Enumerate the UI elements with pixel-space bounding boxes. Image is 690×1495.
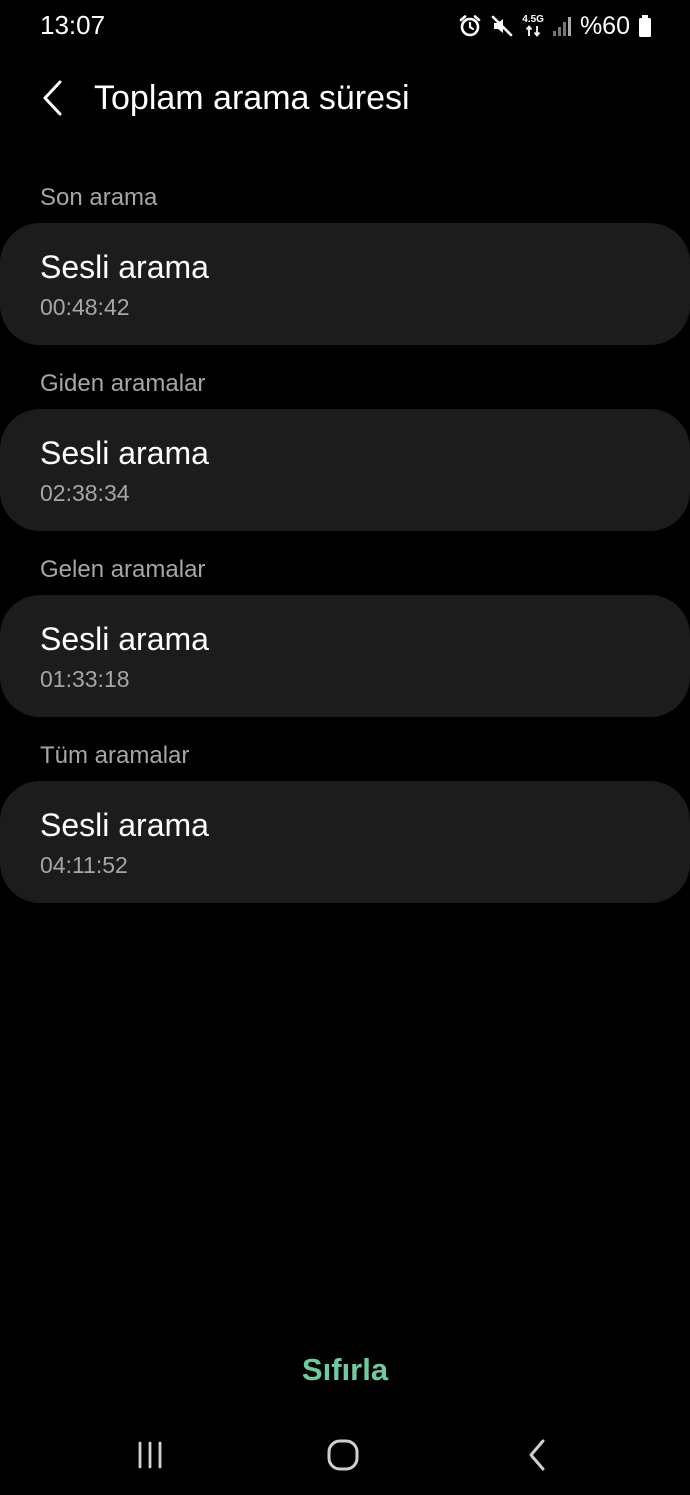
call-duration-item-incoming-calls[interactable]: Sesli arama 01:33:18 [0,595,690,717]
item-duration: 04:11:52 [40,852,128,878]
item-title: Sesli arama [40,435,209,471]
status-icons: 4.5G %60 [458,10,652,42]
navigation-bar [0,1420,690,1495]
section-label-outgoing-calls: Giden aramalar [40,370,206,397]
item-title: Sesli arama [40,621,209,657]
home-button[interactable] [303,1420,383,1495]
item-duration: 02:38:34 [40,480,130,506]
item-duration: 01:33:18 [40,666,130,692]
data-arrows-icon: 4.5G [522,15,544,37]
mute-icon [490,14,514,38]
call-duration-item-outgoing-calls[interactable]: Sesli arama 02:38:34 [0,409,690,531]
call-duration-item-last-call[interactable]: Sesli arama 00:48:42 [0,223,690,345]
network-type-label: 4.5G [522,14,544,25]
section-label-incoming-calls: Gelen aramalar [40,556,206,583]
battery-icon [638,14,652,38]
app-bar: Toplam arama süresi [0,62,690,142]
status-time: 13:07 [40,10,106,40]
back-button[interactable] [28,72,78,128]
item-title: Sesli arama [40,249,209,285]
chevron-left-icon [40,79,66,122]
section-label-last-call: Son arama [40,184,158,211]
page-title: Toplam arama süresi [94,79,410,117]
alarm-icon [458,14,482,38]
battery-percent: %60 [579,11,630,40]
item-title: Sesli arama [40,807,209,843]
system-back-button[interactable] [497,1420,577,1495]
back-icon [525,1438,549,1477]
call-duration-item-all-calls[interactable]: Sesli arama 04:11:52 [0,781,690,903]
status-bar: 13:07 4.5G %60 [0,0,690,52]
item-duration: 00:48:42 [40,294,130,320]
reset-button[interactable]: Sıfırla [0,1340,690,1400]
home-icon [326,1438,360,1477]
section-label-all-calls: Tüm aramalar [40,742,190,769]
signal-icon [552,15,572,37]
recent-apps-button[interactable] [110,1420,190,1495]
recent-apps-icon [134,1439,166,1476]
